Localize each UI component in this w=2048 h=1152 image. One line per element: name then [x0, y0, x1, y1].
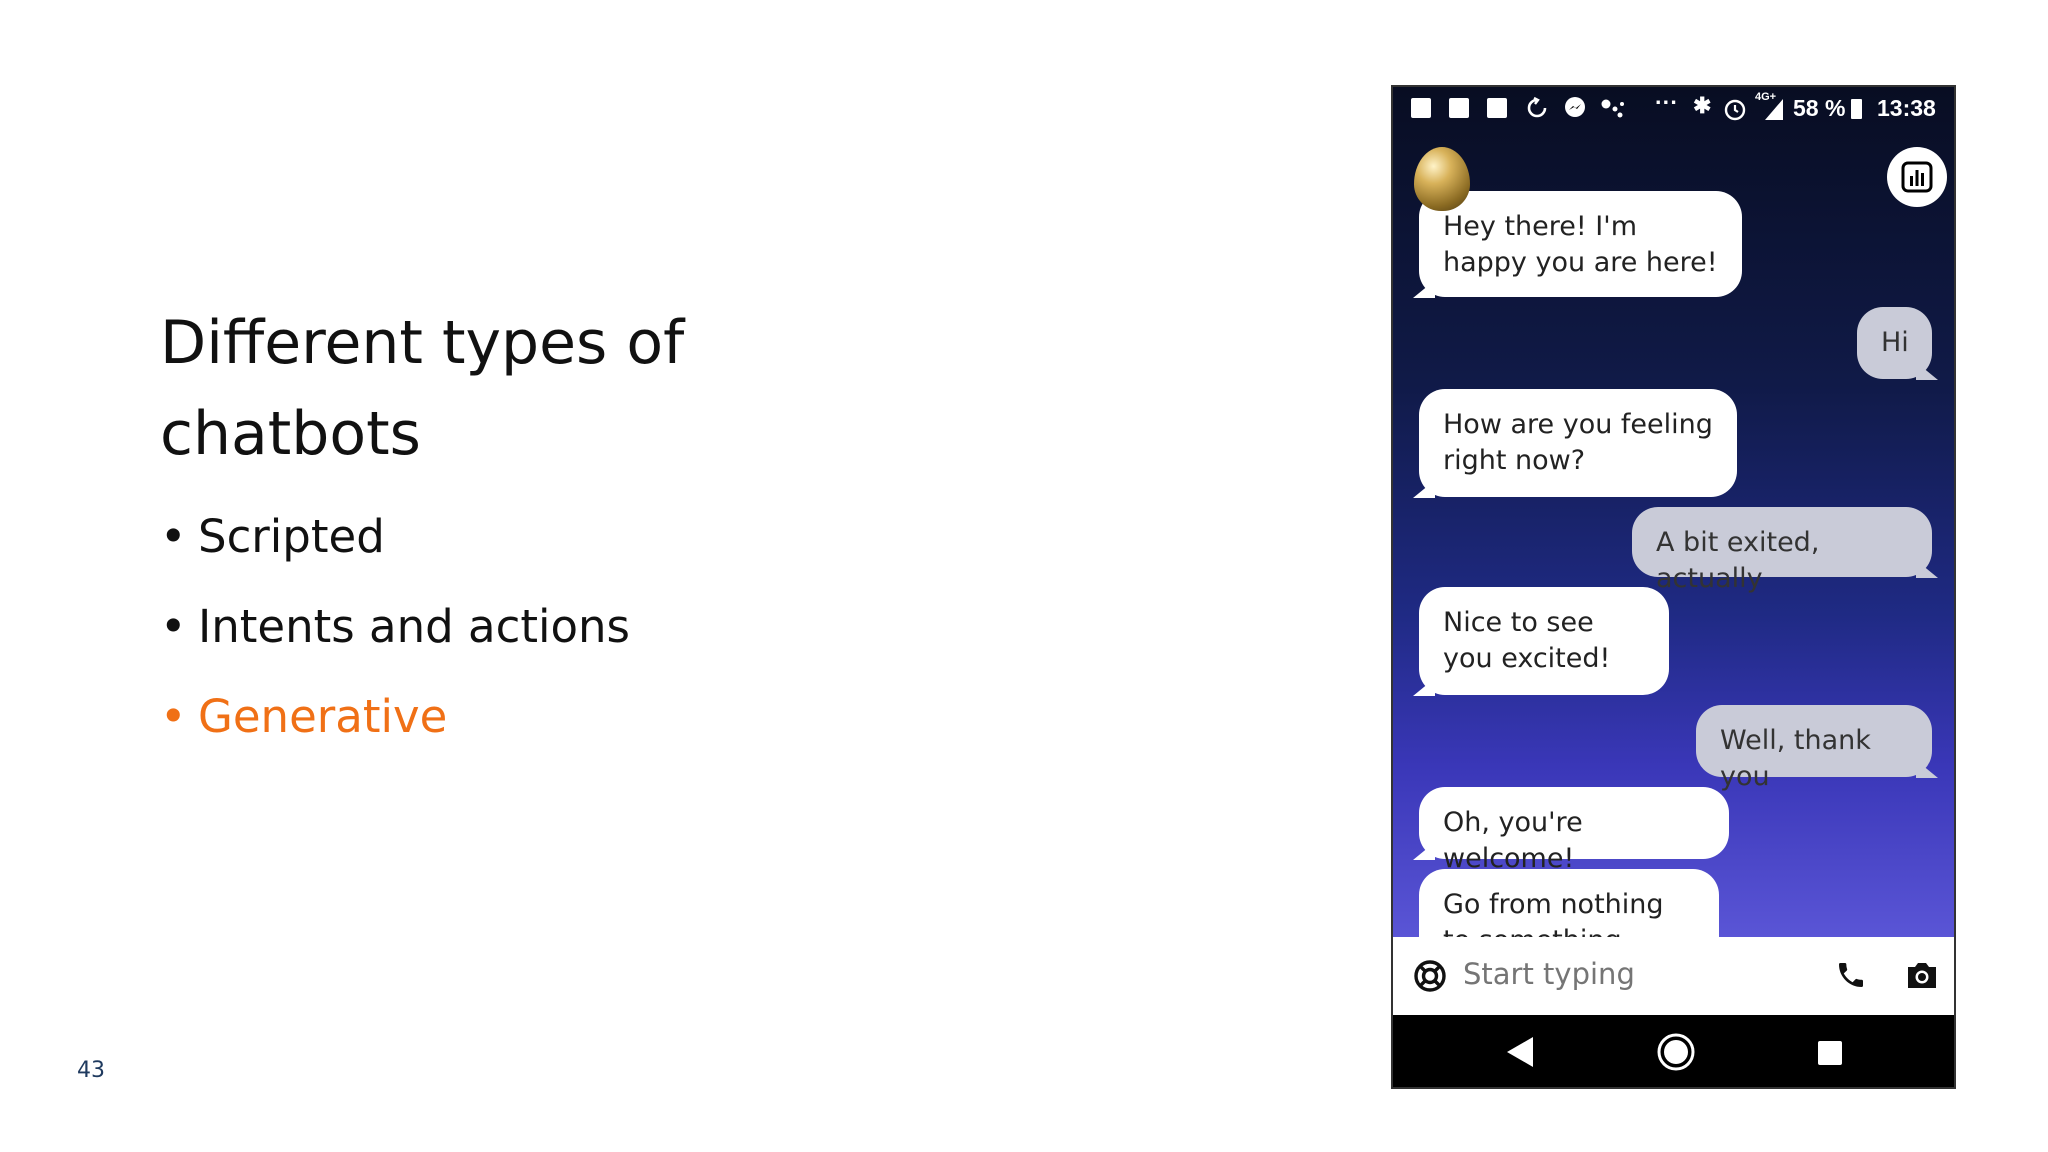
- bar-chart-icon: [1901, 161, 1933, 193]
- alarm-icon: [1724, 99, 1746, 121]
- bullet-scripted: • Scripted: [160, 504, 630, 594]
- stats-button[interactable]: [1887, 147, 1947, 207]
- phone-screenshot: ··· ✱ 4G+ 58 % 13:38 Hey there! I'm happ…: [1391, 85, 1956, 1089]
- bullet-label: Intents and actions: [198, 600, 630, 653]
- more-notifications-icon: ···: [1655, 89, 1678, 115]
- bullet-list: • Scripted • Intents and actions • Gener…: [160, 504, 630, 774]
- bullet-label: Scripted: [198, 510, 385, 563]
- notification-app-icon: [1449, 98, 1469, 118]
- recents-square-icon[interactable]: [1817, 1040, 1843, 1066]
- page-number: 43: [77, 1058, 105, 1083]
- messenger-icon: [1565, 97, 1585, 117]
- bot-message: Oh, you're welcome!: [1419, 787, 1729, 874]
- notification-app-icon: [1487, 98, 1507, 118]
- battery-percent: 58 %: [1793, 95, 1846, 121]
- bluetooth-icon: ✱: [1693, 93, 1712, 118]
- bullet-intents: • Intents and actions: [160, 594, 630, 684]
- status-bar: ··· ✱ 4G+ 58 % 13:38: [1393, 87, 1954, 131]
- message-input[interactable]: [1463, 957, 1813, 991]
- user-message: Well, thank you: [1696, 705, 1932, 792]
- notification-app-icon: [1411, 98, 1431, 118]
- sync-icon: [1527, 96, 1547, 118]
- home-circle-icon[interactable]: [1656, 1032, 1696, 1072]
- clock: 13:38: [1877, 95, 1936, 121]
- user-message: A bit exited, actually: [1632, 507, 1932, 594]
- slide-title: Different types of chatbots: [160, 308, 685, 469]
- bot-message: Nice to see you excited!: [1419, 587, 1669, 695]
- phone-icon[interactable]: [1835, 959, 1867, 991]
- android-nav-bar: [1393, 1015, 1954, 1087]
- bot-message: Hey there! I'm happy you are here!: [1419, 191, 1742, 297]
- battery-icon: [1851, 99, 1862, 119]
- bullet-dot: •: [160, 690, 187, 743]
- bullet-label: Generative: [198, 690, 448, 743]
- bullet-generative: • Generative: [160, 684, 630, 774]
- back-triangle-icon[interactable]: [1505, 1035, 1535, 1069]
- message-input-bar: [1393, 937, 1954, 1015]
- bullet-dot: •: [160, 600, 187, 653]
- bot-message: Go from nothing to something: [1419, 869, 1719, 937]
- camera-icon[interactable]: [1905, 959, 1939, 991]
- bullet-dot: •: [160, 510, 187, 563]
- assistant-dots-icon: [1601, 99, 1624, 118]
- lifebuoy-icon[interactable]: [1413, 959, 1447, 993]
- message-clip: Go from nothing to something: [1393, 867, 1954, 937]
- signal-icon: [1765, 99, 1783, 120]
- user-message: Hi: [1857, 307, 1932, 379]
- bot-message: How are you feeling right now?: [1419, 389, 1737, 497]
